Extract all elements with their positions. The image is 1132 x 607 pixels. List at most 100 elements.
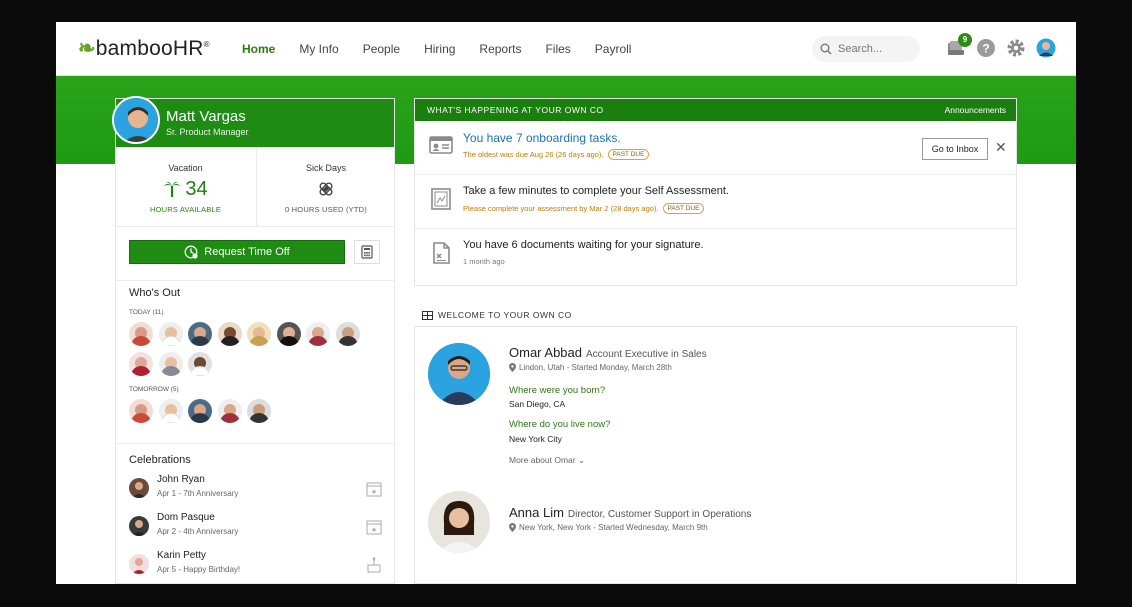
whats-happening-header: WHAT'S HAPPENING AT YOUR OWN CO Announce… xyxy=(415,99,1016,121)
celebration-detail: Apr 5 - Happy Birthday! xyxy=(157,565,241,574)
new-hire-location: Lindon, Utah - Started Monday, March 28t… xyxy=(509,363,672,372)
profile-name: Matt Vargas xyxy=(166,108,246,125)
self-assessment-text: Take a few minutes to complete your Self… xyxy=(463,185,729,197)
leaf-icon: ❧ xyxy=(78,37,96,60)
onboarding-tasks-link[interactable]: You have 7 onboarding tasks. xyxy=(463,131,621,145)
celebration-item[interactable]: Karin Petty Apr 5 - Happy Birthday! xyxy=(129,548,383,584)
today-avatars xyxy=(129,322,369,376)
documents-text: You have 6 documents waiting for your si… xyxy=(463,239,704,251)
calculator-button[interactable] xyxy=(354,240,380,264)
past-due-badge: PAST DUE xyxy=(607,149,650,160)
tomorrow-label: TOMORROW (5) xyxy=(129,386,179,393)
search-box[interactable] xyxy=(812,36,920,62)
whos-out-section: Who's Out TODAY (11) TOMORROW (5) xyxy=(129,287,389,423)
more-about-link[interactable]: More about Omar ⌄ xyxy=(509,455,585,466)
request-time-off-label: Request Time Off xyxy=(204,246,290,258)
new-hire-name-text: Omar Abbad xyxy=(509,345,582,360)
request-time-off-row: Request Time Off xyxy=(116,227,394,281)
avatar xyxy=(129,516,149,536)
settings-button[interactable] xyxy=(1006,38,1026,58)
person-photo-icon xyxy=(114,98,158,142)
avatar[interactable] xyxy=(247,399,271,423)
whats-happening-title: WHAT'S HAPPENING AT YOUR OWN CO xyxy=(427,105,604,115)
today-label: TODAY (11) xyxy=(129,309,164,316)
svg-text:★: ★ xyxy=(371,526,377,534)
avatar[interactable] xyxy=(129,352,153,376)
avatar[interactable] xyxy=(188,352,212,376)
celebration-item[interactable]: John Ryan Apr 1 - 7th Anniversary ★ xyxy=(129,472,383,510)
birthday-cake-icon xyxy=(367,557,381,573)
celebration-name: John Ryan xyxy=(157,474,205,485)
svg-text:?: ? xyxy=(982,42,989,56)
self-assessment-due-text: Please complete your assessment by Mar 2… xyxy=(463,204,659,213)
avatar[interactable] xyxy=(247,322,271,346)
avatar[interactable] xyxy=(428,491,490,553)
announcements-link[interactable]: Announcements xyxy=(945,105,1006,115)
avatar[interactable] xyxy=(129,399,153,423)
avatar[interactable] xyxy=(276,322,301,346)
location-pin-icon xyxy=(509,363,516,372)
help-button[interactable]: ? xyxy=(976,38,996,58)
avatar[interactable] xyxy=(428,343,490,405)
past-due-badge: PAST DUE xyxy=(662,203,705,214)
inbox-button[interactable]: 9 xyxy=(946,33,972,58)
org-chart-icon xyxy=(422,310,433,320)
documents-row[interactable]: You have 6 documents waiting for your si… xyxy=(415,229,1016,283)
nav-payroll[interactable]: Payroll xyxy=(583,22,644,76)
vacation-stat[interactable]: Vacation 34 HOURS AVAILABLE xyxy=(116,147,255,227)
inbox-count-badge: 9 xyxy=(958,33,972,47)
avatar[interactable] xyxy=(129,322,153,346)
profile-card: Matt Vargas Sr. Product Manager Vacation… xyxy=(112,96,396,584)
avatar[interactable] xyxy=(158,399,183,423)
avatar[interactable] xyxy=(158,322,183,346)
avatar[interactable] xyxy=(188,399,212,423)
search-input[interactable] xyxy=(838,43,918,55)
vacation-label: Vacation xyxy=(168,163,203,173)
nav-home[interactable]: Home xyxy=(230,22,287,76)
question-residence: Where do you live now? xyxy=(509,419,611,430)
vacation-sub-label: HOURS AVAILABLE xyxy=(149,205,222,214)
celebrations-title: Celebrations xyxy=(129,454,191,466)
celebration-name: Karin Petty xyxy=(157,550,206,561)
user-avatar-button[interactable] xyxy=(1036,38,1056,58)
profile-job-title: Sr. Product Manager xyxy=(166,127,249,137)
nav-reports[interactable]: Reports xyxy=(467,22,533,76)
go-to-inbox-button[interactable]: Go to Inbox xyxy=(922,138,988,160)
celebration-detail: Apr 2 - 4th Anniversary xyxy=(157,527,239,536)
sick-days-stat[interactable]: Sick Days 0 HOURS USED (YTD) xyxy=(256,147,395,227)
nav-files[interactable]: Files xyxy=(533,22,582,76)
nav-my-info[interactable]: My Info xyxy=(287,22,350,76)
avatar[interactable] xyxy=(188,322,212,346)
avatar[interactable] xyxy=(335,322,360,346)
onboarding-task-row: You have 7 onboarding tasks. The oldest … xyxy=(415,121,1016,175)
avatar[interactable] xyxy=(217,322,242,346)
time-off-stats: Vacation 34 HOURS AVAILABLE Sick Days 0 … xyxy=(116,147,394,227)
anniversary-calendar-icon: ★ xyxy=(366,520,382,535)
avatar[interactable] xyxy=(217,399,242,423)
new-hire-name[interactable]: Anna Lim Director, Customer Support in Op… xyxy=(509,505,751,520)
framed-picture-icon xyxy=(431,188,451,210)
close-icon[interactable]: ✕ xyxy=(995,139,1007,156)
nav-hiring[interactable]: Hiring xyxy=(412,22,467,76)
request-time-off-button[interactable]: Request Time Off xyxy=(129,240,345,264)
profile-header: Matt Vargas Sr. Product Manager xyxy=(112,96,394,147)
celebration-item[interactable]: Dom Pasque Apr 2 - 4th Anniversary ★ xyxy=(129,510,383,548)
tomorrow-avatars xyxy=(129,399,369,423)
avatar[interactable] xyxy=(306,322,330,346)
person-photo-icon xyxy=(428,491,490,553)
document-signature-icon xyxy=(433,242,450,264)
documents-time: 1 month ago xyxy=(463,257,505,266)
new-hire-location: New York, New York - Started Wednesday, … xyxy=(509,523,708,532)
answer-residence: New York City xyxy=(509,434,562,444)
profile-avatar[interactable] xyxy=(112,96,160,144)
new-hire-name[interactable]: Omar Abbad Account Executive in Sales xyxy=(509,345,707,360)
bamboohr-logo[interactable]: ❧bambooHR® xyxy=(78,36,210,61)
location-pin-icon xyxy=(509,523,516,532)
avatar[interactable] xyxy=(158,352,183,376)
self-assessment-row[interactable]: Take a few minutes to complete your Self… xyxy=(415,175,1016,229)
nav-people[interactable]: People xyxy=(351,22,412,76)
celebration-name: Dom Pasque xyxy=(157,512,215,523)
top-navigation: ❧bambooHR® Home My Info People Hiring Re… xyxy=(56,22,1076,76)
new-hire-role: Director, Customer Support in Operations xyxy=(567,509,752,520)
new-hire-name-text: Anna Lim xyxy=(509,505,564,520)
